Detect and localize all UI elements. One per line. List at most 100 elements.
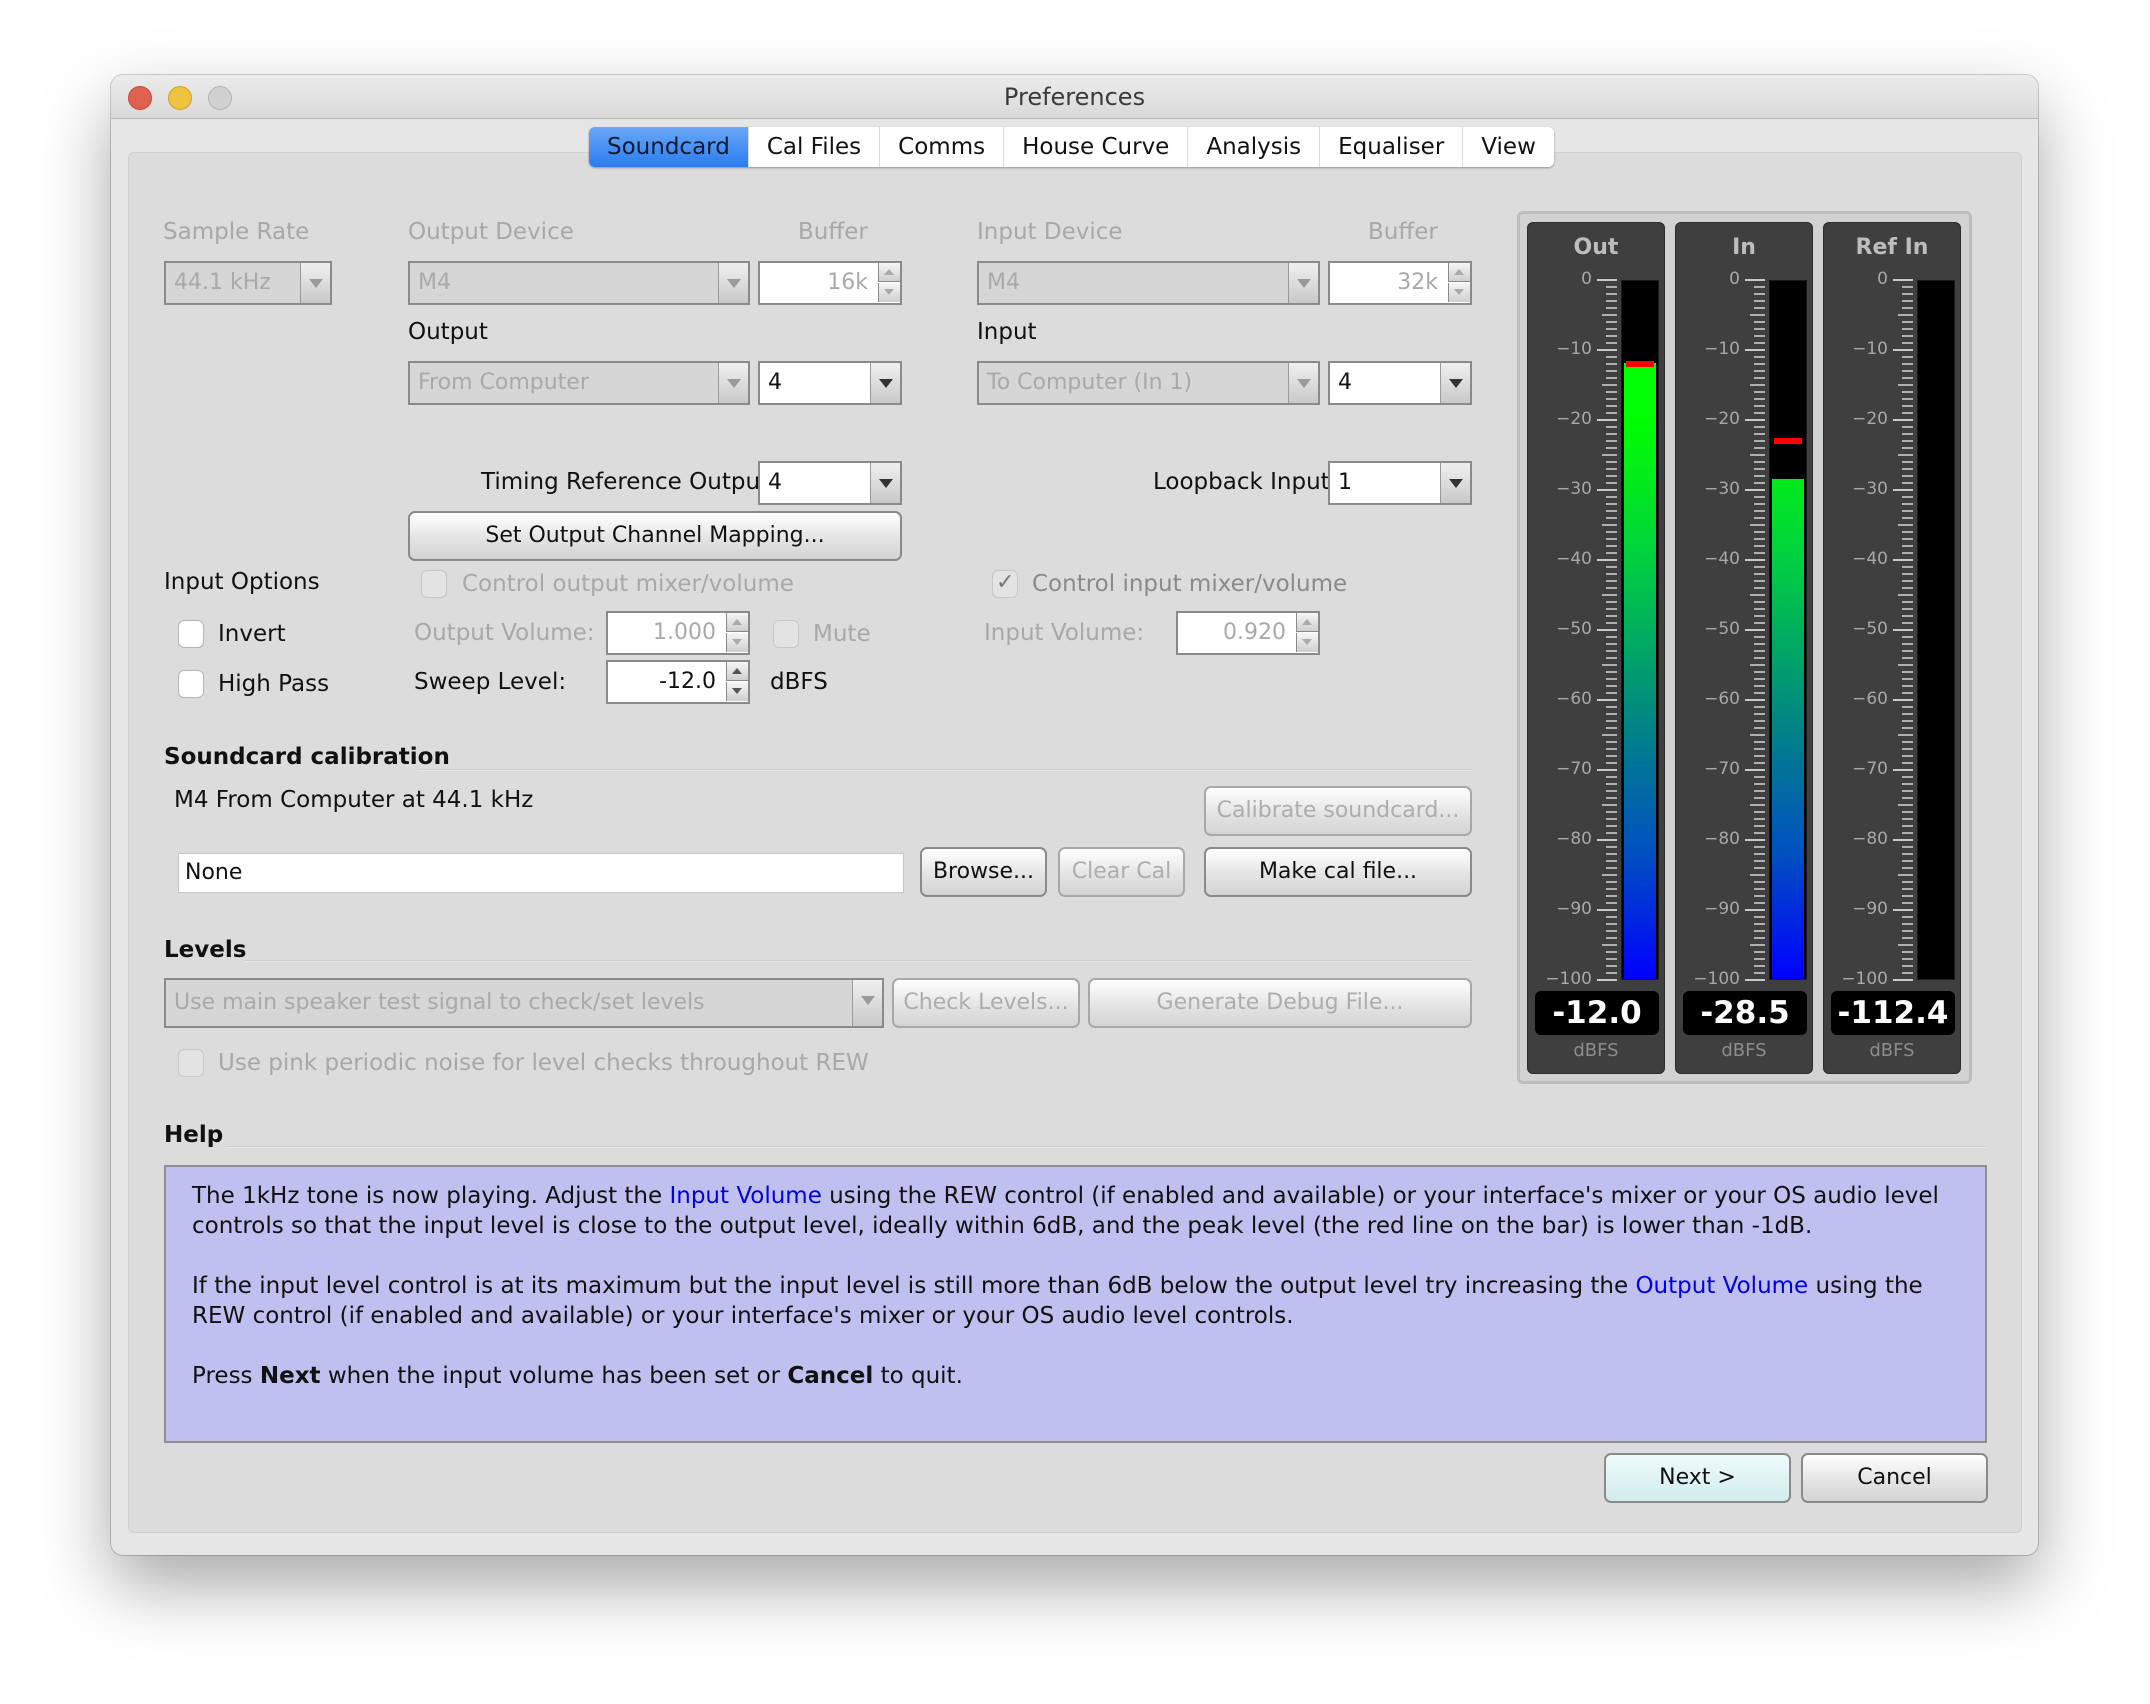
meter-tick [1893,349,1913,351]
chevron-down-icon [1288,363,1318,403]
meter-tick-label: −30 [1704,479,1740,499]
mute-checkbox[interactable] [773,620,799,648]
sweep-level-spinner[interactable]: -12.0 [606,660,750,704]
input-device-combo[interactable]: M4 [977,261,1320,305]
tab-cal-files[interactable]: Cal Files [748,127,881,167]
chevron-down-icon [870,463,900,503]
browse-button[interactable]: Browse... [920,847,1047,897]
output-device-combo[interactable]: M4 [408,261,750,305]
meter-tick [1606,608,1617,610]
meter-tick [1745,419,1765,421]
pink-noise-label: Use pink periodic noise for level checks… [218,1050,869,1076]
spinner-up-icon[interactable] [726,613,748,632]
spinner-up-icon[interactable] [1448,263,1470,282]
clear-cal-button[interactable]: Clear Cal [1058,847,1185,897]
sample-rate-combo[interactable]: 44.1 kHz [164,261,332,305]
meter-tick [1597,279,1617,281]
spinner-down-icon[interactable] [878,283,900,302]
meter-tick [1597,349,1617,351]
output-volume-spinner[interactable]: 1.000 [606,611,750,655]
output-combo[interactable]: From Computer [408,361,750,405]
meter-tick [1902,545,1913,547]
spinner-down-icon[interactable] [726,682,748,701]
meter-tick-label: −60 [1852,689,1888,709]
set-output-channel-mapping-button[interactable]: Set Output Channel Mapping... [408,511,902,561]
meter-tick [1902,930,1913,932]
level-signal-combo[interactable]: Use main speaker test signal to check/se… [164,978,884,1028]
cancel-button[interactable]: Cancel [1801,1453,1988,1503]
spinner-down-icon[interactable] [726,633,748,652]
spinner-up-icon[interactable] [1296,613,1318,632]
tab-view[interactable]: View [1463,127,1554,167]
meter-tick [1893,699,1913,701]
title-bar[interactable]: Preferences [111,75,2038,119]
meter-tick [1750,314,1765,316]
chevron-down-icon [718,263,748,303]
tab-soundcard[interactable]: Soundcard [589,127,749,167]
meter-tick-label: −90 [1704,899,1740,919]
meter-tick [1754,370,1765,372]
cal-file-field[interactable]: None [178,853,904,893]
meter-tick [1754,447,1765,449]
meter-tick [1606,538,1617,540]
meter-tick [1902,965,1913,967]
input-combo[interactable]: To Computer (In 1) [977,361,1320,405]
output-channel-combo[interactable]: 4 [758,361,902,405]
spinner-down-icon[interactable] [1296,633,1318,652]
meter-tick-label: −90 [1556,899,1592,919]
generate-debug-file-button[interactable]: Generate Debug File... [1088,978,1472,1028]
meter-tick [1902,531,1913,533]
meter-tick [1606,447,1617,449]
meter-tick [1754,342,1765,344]
meter-tick [1893,279,1913,281]
meter-tick [1902,293,1913,295]
spinner-down-icon[interactable] [1448,283,1470,302]
output-buffer-spinner[interactable]: 16k [758,261,902,305]
meter-tick-label: −10 [1852,339,1888,359]
meter-tick [1754,461,1765,463]
meter-tick [1898,314,1913,316]
meter-readout: -112.4 [1831,991,1955,1035]
tab-comms[interactable]: Comms [880,127,1005,167]
meter-tick [1606,461,1617,463]
control-output-mixer-checkbox[interactable] [421,570,447,598]
tab-house-curve[interactable]: House Curve [1004,127,1189,167]
help-text: Press [192,1363,260,1389]
meter-tick [1902,797,1913,799]
meter-tick [1606,300,1617,302]
output-volume-link[interactable]: Output Volume [1635,1273,1808,1299]
spinner-up-icon[interactable] [878,263,900,282]
input-buffer-spinner[interactable]: 32k [1328,261,1472,305]
calibration-description: M4 From Computer at 44.1 kHz [174,787,534,813]
meter-unit: dBFS [1869,1040,1915,1061]
spinner-up-icon[interactable] [726,662,748,681]
input-channel-combo[interactable]: 4 [1328,361,1472,405]
checkmark-icon: ✓ [996,570,1015,595]
calibrate-soundcard-button[interactable]: Calibrate soundcard... [1204,786,1472,836]
meter-out: Out 0 −10 −20 −30 −40 −50 −60 −70 −80 −90 −100 -12… [1527,222,1665,1074]
pink-noise-checkbox[interactable] [178,1049,204,1077]
timing-reference-combo[interactable]: 4 [758,461,902,505]
meter-tick [1606,398,1617,400]
tab-analysis[interactable]: Analysis [1188,127,1321,167]
tab-equaliser[interactable]: Equaliser [1320,127,1464,167]
meter-tick [1902,657,1913,659]
sweep-level-label: Sweep Level: [414,669,567,695]
meter-tick [1754,426,1765,428]
meter-tick [1754,552,1765,554]
control-input-mixer-checkbox[interactable]: ✓ [992,570,1018,598]
next-button[interactable]: Next > [1604,1453,1791,1503]
make-cal-file-button[interactable]: Make cal file... [1204,847,1472,897]
meter-tick [1902,692,1913,694]
output-volume-label: Output Volume: [414,620,595,646]
meter-tick [1902,426,1913,428]
check-levels-button[interactable]: Check Levels... [892,978,1080,1028]
loopback-input-combo[interactable]: 1 [1328,461,1472,505]
input-volume-link[interactable]: Input Volume [669,1183,821,1209]
meter-tick [1754,958,1765,960]
high-pass-checkbox[interactable] [178,670,204,698]
meter-tick [1902,818,1913,820]
invert-checkbox[interactable] [178,620,204,648]
input-volume-spinner[interactable]: 0.920 [1176,611,1320,655]
meter-tick [1750,594,1765,596]
